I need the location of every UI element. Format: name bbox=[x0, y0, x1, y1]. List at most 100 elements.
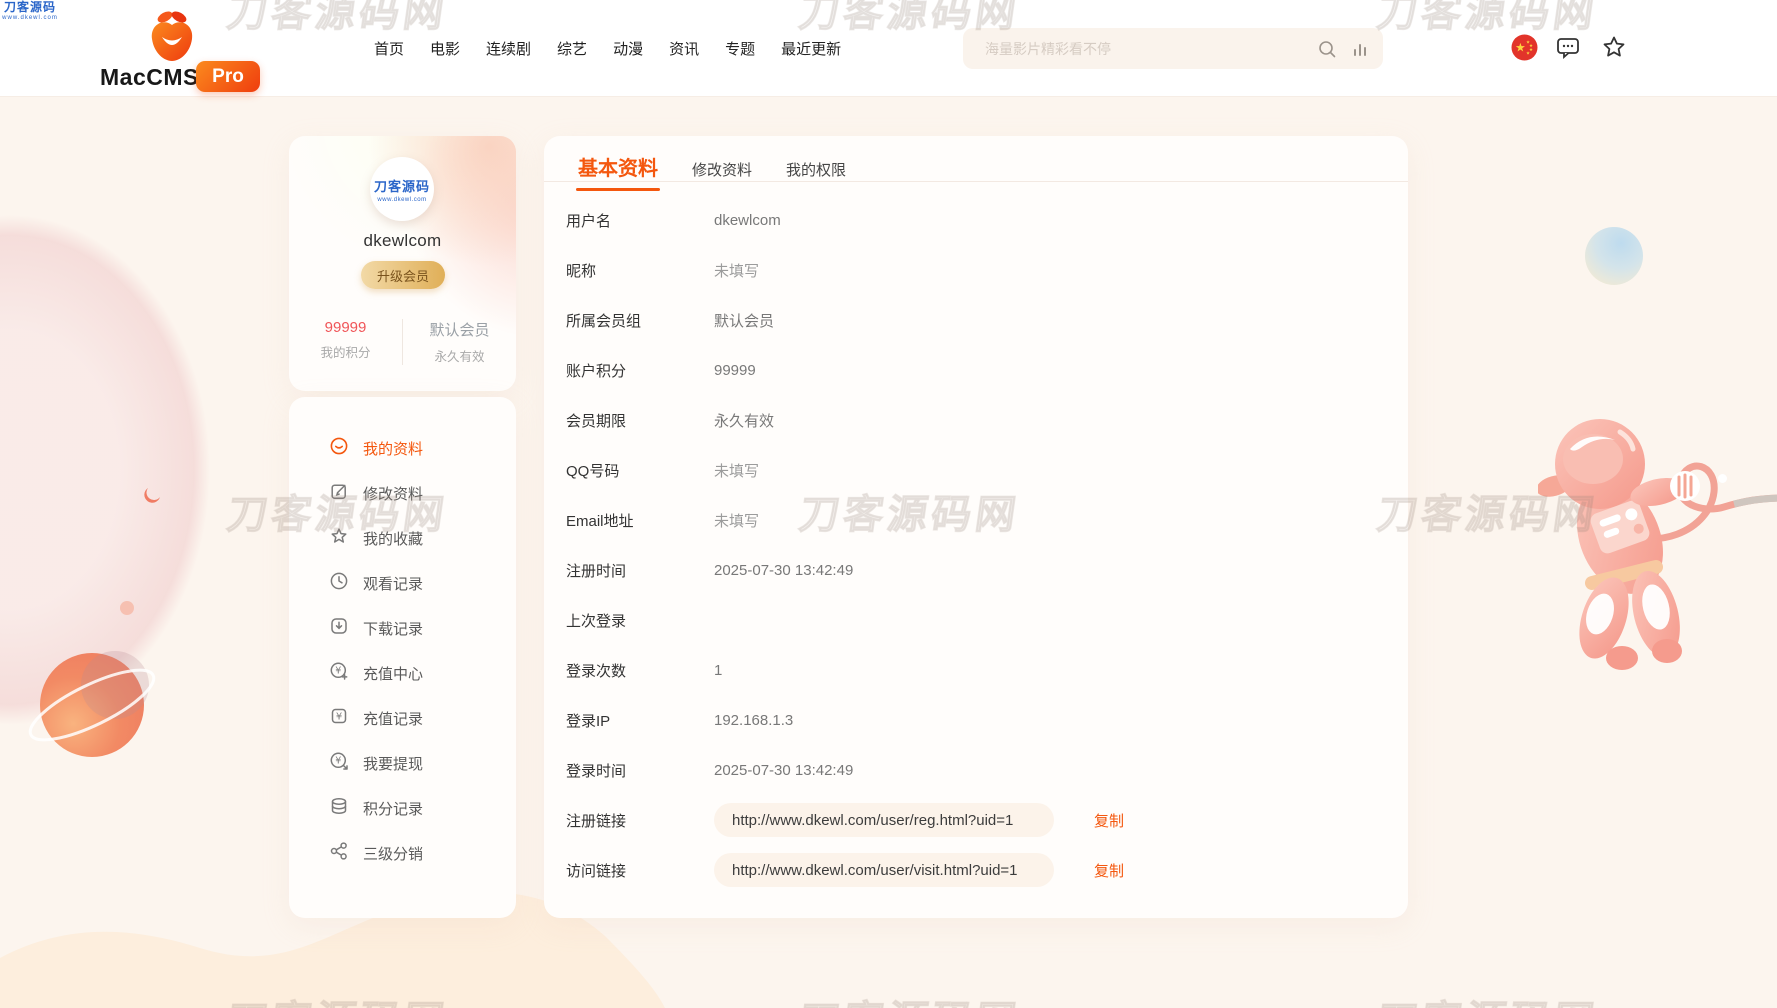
sidebar-item-watch-history[interactable]: 观看记录 bbox=[329, 561, 516, 606]
visit-link-field[interactable]: http://www.dkewl.com/user/visit.html?uid… bbox=[714, 853, 1054, 887]
nav-item-movies[interactable]: 电影 bbox=[430, 38, 460, 59]
row-username: 用户名 dkewlcom bbox=[566, 195, 1408, 245]
sidebar-item-points-record[interactable]: 积分记录 bbox=[329, 786, 516, 831]
group-stat: 默认会员 永久有效 bbox=[403, 319, 516, 365]
sidebar-item-edit-profile[interactable]: 修改资料 bbox=[329, 471, 516, 516]
search-input[interactable] bbox=[963, 28, 1317, 69]
profile-rows: 用户名 dkewlcom 昵称 未填写 所属会员组 默认会员 账户积分 9999… bbox=[544, 182, 1408, 895]
group-value: 默认会员 bbox=[403, 319, 516, 340]
row-member-expiry: 会员期限 永久有效 bbox=[566, 395, 1408, 445]
profile-panel: 基本资料 修改资料 我的权限 用户名 dkewlcom 昵称 未填写 所属会员组… bbox=[544, 136, 1408, 918]
row-label: 访问链接 bbox=[566, 860, 714, 881]
watermark: 刀客源码网 bbox=[1374, 988, 1602, 1008]
upgrade-member-button[interactable]: 升级会员 bbox=[361, 261, 445, 289]
search-icon[interactable] bbox=[1317, 39, 1337, 59]
sidebar-item-label: 下载记录 bbox=[363, 618, 423, 639]
sidebar-item-recharge-center[interactable]: ¥ 充值中心 bbox=[329, 651, 516, 696]
row-value: dkewlcom bbox=[714, 212, 781, 229]
sidebar-item-distribution[interactable]: 三级分销 bbox=[329, 831, 516, 876]
sidebar-item-label: 充值记录 bbox=[363, 708, 423, 729]
tab-edit-info[interactable]: 修改资料 bbox=[692, 159, 752, 193]
row-value: 永久有效 bbox=[714, 410, 774, 431]
brand-logo[interactable]: MacCMS Pro bbox=[100, 6, 250, 94]
svg-text:★: ★ bbox=[1515, 40, 1526, 54]
sidebar-item-downloads[interactable]: 下载记录 bbox=[329, 606, 516, 651]
brand-name: MacCMS bbox=[100, 64, 199, 91]
recharge-icon: ¥ bbox=[329, 661, 349, 686]
recharge-record-icon: ¥ bbox=[329, 706, 349, 731]
row-qq: QQ号码 未填写 bbox=[566, 445, 1408, 495]
nav-item-series[interactable]: 连续剧 bbox=[486, 38, 531, 59]
pink-blob-decor bbox=[0, 215, 210, 725]
row-label: 注册时间 bbox=[566, 560, 714, 581]
row-register-link: 注册链接 http://www.dkewl.com/user/reg.html?… bbox=[566, 795, 1408, 845]
row-label: 注册链接 bbox=[566, 810, 714, 831]
sidebar-item-label: 我的资料 bbox=[363, 438, 423, 459]
username: dkewlcom bbox=[289, 231, 516, 251]
rank-chart-icon[interactable] bbox=[1351, 40, 1369, 58]
row-register-time: 注册时间 2025-07-30 13:42:49 bbox=[566, 545, 1408, 595]
row-label: 登录次数 bbox=[566, 660, 714, 681]
row-label: 会员期限 bbox=[566, 410, 714, 431]
copy-register-link-button[interactable]: 复制 bbox=[1094, 810, 1124, 831]
row-account-points: 账户积分 99999 bbox=[566, 345, 1408, 395]
nav-item-news[interactable]: 资讯 bbox=[669, 38, 699, 59]
message-icon[interactable] bbox=[1554, 33, 1582, 61]
row-login-time: 登录时间 2025-07-30 13:42:49 bbox=[566, 745, 1408, 795]
clock-icon bbox=[329, 571, 349, 596]
row-value: 未填写 bbox=[714, 460, 759, 481]
profile-smiley-icon bbox=[329, 436, 349, 461]
header: MacCMS Pro 首页 电影 连续剧 综艺 动漫 资讯 专题 最近更新 bbox=[0, 0, 1777, 97]
astronaut-illustration bbox=[1538, 386, 1777, 676]
favorite-star-icon[interactable] bbox=[1600, 33, 1628, 61]
brand-badge: Pro bbox=[196, 61, 260, 92]
nav-item-recent[interactable]: 最近更新 bbox=[781, 38, 841, 59]
nav-item-variety[interactable]: 综艺 bbox=[557, 38, 587, 59]
nav-item-anime[interactable]: 动漫 bbox=[613, 38, 643, 59]
row-value: 2025-07-30 13:42:49 bbox=[714, 762, 853, 779]
points-value: 99999 bbox=[289, 319, 402, 336]
sidebar-item-my-profile[interactable]: 我的资料 bbox=[329, 426, 516, 471]
points-icon bbox=[329, 796, 349, 821]
star-icon bbox=[329, 526, 349, 551]
row-value: 1 bbox=[714, 662, 722, 679]
avatar-logo-text: 刀客源码 bbox=[374, 176, 430, 195]
avatar-logo-subtext: www.dkewl.com bbox=[377, 197, 426, 203]
tab-basic-info[interactable]: 基本资料 bbox=[578, 152, 658, 190]
row-login-ip: 登录IP 192.168.1.3 bbox=[566, 695, 1408, 745]
row-label: QQ号码 bbox=[566, 460, 714, 481]
svg-text:★: ★ bbox=[1526, 50, 1530, 55]
svg-text:¥: ¥ bbox=[335, 666, 341, 677]
watermark: 刀客源码网 bbox=[224, 988, 452, 1008]
register-link-field[interactable]: http://www.dkewl.com/user/reg.html?uid=1 bbox=[714, 803, 1054, 837]
watermark: 刀客源码网 bbox=[1374, 482, 1602, 540]
tab-my-permissions[interactable]: 我的权限 bbox=[786, 159, 846, 193]
nav-item-topics[interactable]: 专题 bbox=[725, 38, 755, 59]
row-label: 用户名 bbox=[566, 210, 714, 231]
user-card: 刀客源码 www.dkewl.com dkewlcom 升级会员 99999 我… bbox=[289, 136, 516, 391]
sidebar-item-withdraw[interactable]: ¥ 我要提现 bbox=[329, 741, 516, 786]
row-nickname: 昵称 未填写 bbox=[566, 245, 1408, 295]
row-label: 昵称 bbox=[566, 260, 714, 281]
nav-item-home[interactable]: 首页 bbox=[374, 38, 404, 59]
row-value: 默认会员 bbox=[714, 310, 774, 331]
site-logo[interactable]: 刀客源码 www.dkewl.com bbox=[0, 0, 60, 22]
watermark: 刀客源码网 bbox=[796, 988, 1024, 1008]
sidebar-item-favorites[interactable]: 我的收藏 bbox=[329, 516, 516, 561]
row-last-login: 上次登录 bbox=[566, 595, 1408, 645]
search-bar bbox=[963, 28, 1383, 69]
apple-logo-icon bbox=[144, 8, 200, 64]
site-logo-text: 刀客源码 bbox=[0, 0, 60, 14]
row-visit-link: 访问链接 http://www.dkewl.com/user/visit.htm… bbox=[566, 845, 1408, 895]
language-flag-icon[interactable]: ★ ★ ★ ★ ★ bbox=[1510, 33, 1538, 61]
sidebar-item-label: 我的收藏 bbox=[363, 528, 423, 549]
white-dot-decor bbox=[1718, 474, 1727, 483]
row-label: 登录IP bbox=[566, 710, 714, 731]
sidebar-item-label: 观看记录 bbox=[363, 573, 423, 594]
copy-visit-link-button[interactable]: 复制 bbox=[1094, 860, 1124, 881]
crescent-decor bbox=[143, 485, 163, 505]
row-label: Email地址 bbox=[566, 510, 714, 531]
download-icon bbox=[329, 616, 349, 641]
sidebar-item-recharge-record[interactable]: ¥ 充值记录 bbox=[329, 696, 516, 741]
row-label: 登录时间 bbox=[566, 760, 714, 781]
